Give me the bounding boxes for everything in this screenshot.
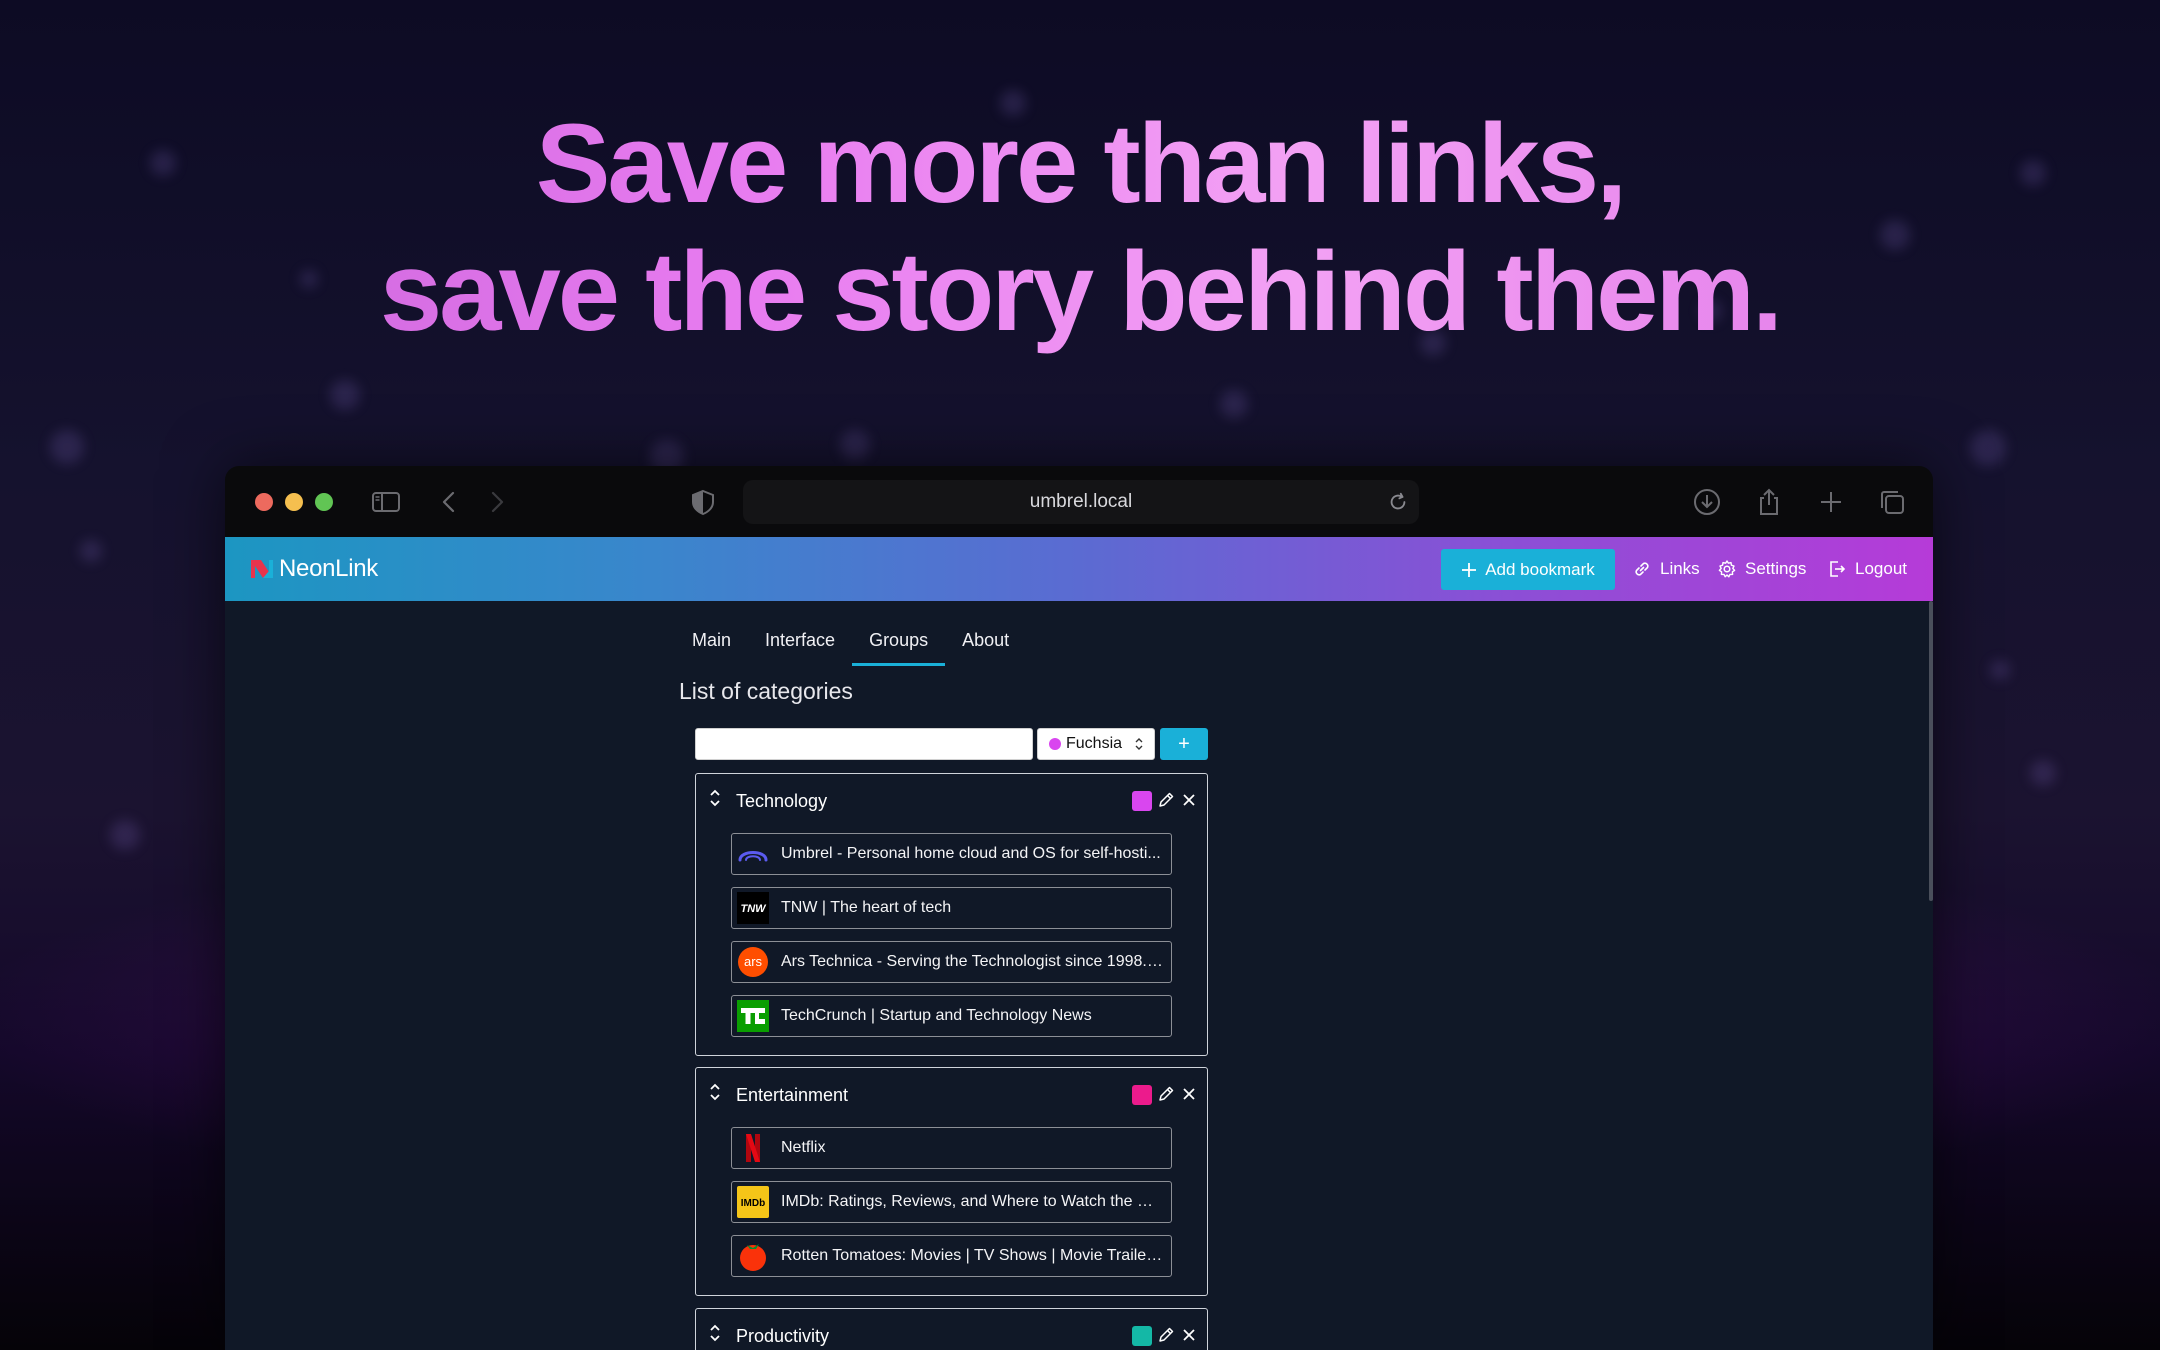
tnw-icon: TNW xyxy=(737,892,769,924)
brand[interactable]: NeonLink xyxy=(249,537,378,601)
group-color-swatch[interactable] xyxy=(1132,791,1152,811)
list-item[interactable]: TechCrunch | Startup and Technology News xyxy=(731,995,1172,1037)
list-item[interactable]: IMDb IMDb: Ratings, Reviews, and Where t… xyxy=(731,1181,1172,1223)
download-icon[interactable] xyxy=(1691,486,1723,518)
group-color-select[interactable]: Fuchsia xyxy=(1037,728,1155,760)
settings-tabs: Main Interface Groups About xyxy=(675,626,1026,666)
link-title: Rotten Tomatoes: Movies | TV Shows | Mov… xyxy=(781,1247,1171,1264)
tab-groups[interactable]: Groups xyxy=(852,626,946,666)
back-icon[interactable] xyxy=(433,486,465,518)
brand-name: NeonLink xyxy=(279,555,379,582)
neonlink-logo-icon xyxy=(251,560,273,578)
group-name: Technology xyxy=(736,791,828,811)
new-group-name-input[interactable] xyxy=(695,728,1033,760)
forward-icon[interactable] xyxy=(481,486,513,518)
list-item[interactable]: ars Ars Technica - Serving the Technolog… xyxy=(731,941,1172,983)
tab-main[interactable]: Main xyxy=(675,626,748,666)
headline-line-1: Save more than links, xyxy=(535,101,1625,226)
link-icon xyxy=(1635,562,1649,576)
group-name: Entertainment xyxy=(736,1085,849,1105)
group-color-swatch[interactable] xyxy=(1132,1085,1152,1105)
reorder-arrows-icon[interactable] xyxy=(709,788,721,808)
list-item[interactable]: Umbrel - Personal home cloud and OS for … xyxy=(731,833,1172,875)
minimize-window-button[interactable] xyxy=(285,493,303,511)
color-select-value: Fuchsia xyxy=(1066,735,1123,752)
nav-logout-label: Logout xyxy=(1855,559,1907,578)
add-group-button[interactable]: + xyxy=(1160,728,1208,760)
group-card-technology: Technology Umbrel - Personal home cloud … xyxy=(695,773,1208,1056)
svg-text:TNW: TNW xyxy=(740,903,767,915)
link-title: IMDb: Ratings, Reviews, and Where to Wat… xyxy=(781,1193,1170,1210)
group-header: Technology xyxy=(696,774,1207,828)
rotten-tomatoes-icon xyxy=(740,1244,766,1271)
add-bookmark-label: Add bookmark xyxy=(1485,559,1595,579)
svg-text:ars: ars xyxy=(744,954,763,969)
link-title: Ars Technica - Serving the Technologist … xyxy=(781,953,1165,970)
list-item[interactable]: Rotten Tomatoes: Movies | TV Shows | Mov… xyxy=(731,1235,1172,1277)
link-title: Netflix xyxy=(781,1139,826,1156)
browser-window: umbrel.local NeonLink Add bookmark Links… xyxy=(225,466,1933,1350)
pencil-icon[interactable] xyxy=(1157,1085,1175,1103)
color-swatch xyxy=(1049,738,1061,750)
group-header: Productivity xyxy=(696,1309,1207,1350)
group-color-swatch[interactable] xyxy=(1132,1326,1152,1346)
group-card-entertainment: Entertainment Netflix IMDb IMDb: Ratings… xyxy=(695,1067,1208,1296)
share-icon[interactable] xyxy=(1753,486,1785,518)
link-title: Umbrel - Personal home cloud and OS for … xyxy=(781,845,1161,862)
list-item[interactable]: TNW TNW | The heart of tech xyxy=(731,887,1172,929)
close-icon[interactable] xyxy=(1181,1086,1197,1102)
group-name: Productivity xyxy=(736,1326,830,1346)
link-title: TechCrunch | Startup and Technology News xyxy=(781,1007,1092,1024)
sidebar-toggle-icon[interactable] xyxy=(370,486,402,518)
nav-logout[interactable]: Logout xyxy=(1827,537,1907,601)
pencil-icon[interactable] xyxy=(1157,791,1175,809)
privacy-shield-icon[interactable] xyxy=(687,486,719,518)
nav-links-label: Links xyxy=(1660,559,1700,578)
tab-interface[interactable]: Interface xyxy=(748,626,852,666)
nav-links[interactable]: Links xyxy=(1632,537,1700,601)
ars-technica-icon: ars xyxy=(738,947,768,977)
add-bookmark-button[interactable]: Add bookmark xyxy=(1441,549,1615,590)
reorder-arrows-icon[interactable] xyxy=(709,1323,721,1343)
umbrel-icon xyxy=(738,851,768,862)
section-title: List of categories xyxy=(679,678,853,704)
headline-line-2: save the story behind them. xyxy=(379,229,1781,354)
techcrunch-icon xyxy=(737,1000,769,1032)
list-item[interactable]: Netflix xyxy=(731,1127,1172,1169)
logout-icon xyxy=(1830,561,1846,577)
close-window-button[interactable] xyxy=(255,493,273,511)
close-icon[interactable] xyxy=(1181,1327,1197,1343)
close-icon[interactable] xyxy=(1181,792,1197,808)
reorder-arrows-icon[interactable] xyxy=(709,1082,721,1102)
select-arrows-icon xyxy=(1135,738,1143,750)
plus-icon xyxy=(1462,562,1477,577)
svg-text:IMDb: IMDb xyxy=(741,1198,765,1209)
new-tab-icon[interactable] xyxy=(1815,486,1847,518)
nav-settings[interactable]: Settings xyxy=(1717,537,1806,601)
group-header: Entertainment xyxy=(696,1068,1207,1122)
tab-overview-icon[interactable] xyxy=(1876,486,1908,518)
imdb-icon: IMDb xyxy=(737,1186,769,1218)
link-title: TNW | The heart of tech xyxy=(781,899,952,916)
netflix-icon xyxy=(746,1134,760,1162)
url-text: umbrel.local xyxy=(1029,491,1133,512)
gear-icon xyxy=(1718,560,1736,578)
maximize-window-button[interactable] xyxy=(315,493,333,511)
app-navbar: NeonLink Add bookmark Links Settings Log… xyxy=(225,537,1933,601)
nav-settings-label: Settings xyxy=(1745,559,1807,578)
hero-headline: Save more than links, save the story beh… xyxy=(0,100,2160,356)
reload-icon[interactable] xyxy=(1387,491,1409,513)
group-card-productivity: Productivity xyxy=(695,1308,1208,1350)
tab-about[interactable]: About xyxy=(945,626,1026,666)
browser-toolbar: umbrel.local xyxy=(225,466,1933,537)
page-scrollbar[interactable] xyxy=(1929,601,1933,901)
pencil-icon[interactable] xyxy=(1157,1326,1175,1344)
address-bar[interactable]: umbrel.local xyxy=(743,480,1419,524)
